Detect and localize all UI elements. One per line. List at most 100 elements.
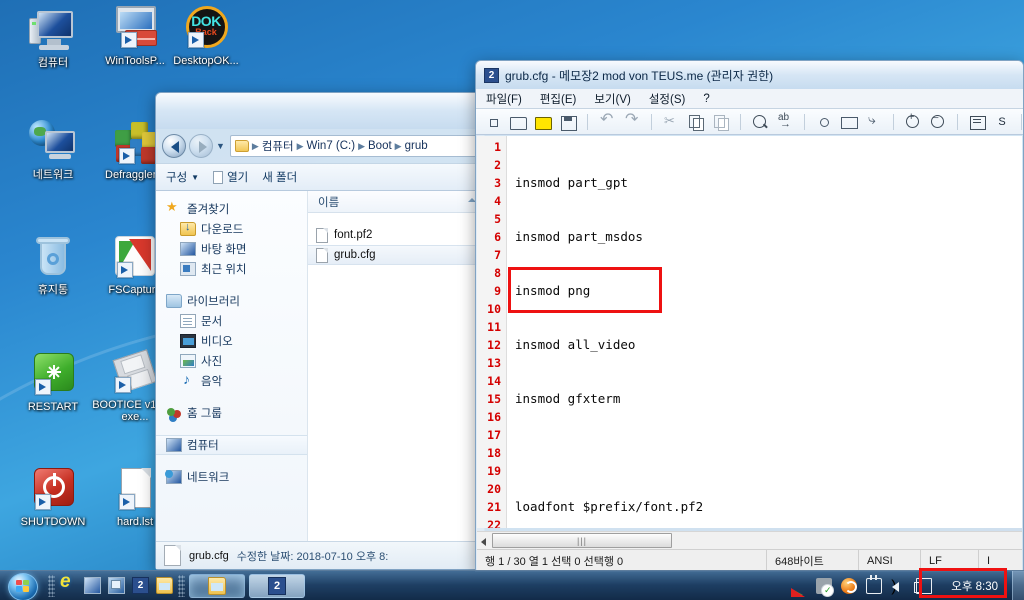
chevron-down-icon: ▼ (191, 172, 200, 182)
menu-item-edit[interactable]: 편집(E) (540, 91, 577, 107)
scroll-left-arrow-icon[interactable] (477, 533, 490, 549)
breadcrumb-item-drive[interactable]: Win7 (C:) (307, 140, 356, 152)
toolbar-grip[interactable] (48, 574, 55, 597)
sidebar-item-downloads[interactable]: 다운로드 (156, 219, 307, 239)
back-button[interactable] (162, 134, 186, 158)
toolbar-separator (957, 113, 958, 130)
desktop-icon-computer[interactable]: 컴퓨터 (10, 6, 96, 69)
find-icon[interactable] (751, 113, 769, 131)
sidebar-item-homegroup[interactable]: 홈 그룹 (156, 403, 307, 423)
internet-explorer-icon[interactable] (60, 571, 77, 594)
horizontal-scrollbar[interactable]: ||| (477, 531, 1022, 549)
bullet-icon[interactable] (815, 113, 833, 131)
sidebar-item-pictures[interactable]: 사진 (156, 351, 307, 371)
menu-item-help[interactable]: ? (703, 93, 709, 105)
explorer-navigation-pane[interactable]: 즐겨찾기 다운로드 바탕 화면 최근 위치 라이브러리 문서 (156, 191, 308, 541)
line-number: 21 (487, 500, 501, 514)
replace-icon[interactable] (776, 112, 794, 131)
copy-icon[interactable] (687, 113, 705, 131)
shortcut-arrow-icon (35, 494, 51, 510)
sidebar-item-libraries[interactable]: 라이브러리 (156, 291, 307, 311)
desktop-icon-label: 휴지통 (37, 284, 69, 296)
list-item[interactable]: font.pf2 (308, 225, 484, 245)
open-file-icon[interactable] (509, 113, 527, 131)
show-desktop-button[interactable] (1012, 570, 1024, 600)
toolbar-grip[interactable] (178, 574, 185, 597)
list-item[interactable]: grub.cfg (308, 245, 484, 265)
forward-button[interactable] (189, 134, 213, 158)
zoom-in-icon[interactable] (904, 111, 922, 131)
notepad2-icon[interactable]: 2 (132, 577, 149, 594)
toolbar[interactable]: S EXIT (476, 109, 1023, 135)
zoom-out-icon[interactable] (929, 113, 947, 131)
explorer-window[interactable]: ▼ ▶ 컴퓨터 ▶ Win7 (C:) ▶ Boot ▶ grub 구성 ▼ 열… (155, 92, 485, 570)
desktop-icon-desktopok[interactable]: DOK Back DesktopOK... (163, 4, 249, 67)
desktop-icon-recyclebin[interactable]: 휴지통 (10, 233, 96, 296)
notepad2-titlebar[interactable]: 2 grub.cfg - 메모장2 mod von TEUS.me (관리자 권… (476, 61, 1023, 89)
desktop-icon-label: 컴퓨터 (37, 57, 69, 69)
breadcrumb-item-boot[interactable]: Boot (368, 140, 392, 152)
line-numbers-icon[interactable] (968, 113, 986, 131)
code-text-area[interactable]: insmod part_gpt insmod part_msdos insmod… (507, 136, 1022, 528)
save-icon[interactable] (559, 113, 577, 131)
speaker-icon[interactable] (891, 578, 907, 600)
undo-icon[interactable] (598, 109, 616, 131)
redo-icon[interactable] (623, 109, 641, 131)
sidebar-item-videos[interactable]: 비디오 (156, 331, 307, 351)
usb-checkmark-icon[interactable] (816, 577, 835, 597)
line-number: 13 (487, 356, 501, 370)
sidebar-item-label: 네트워크 (187, 472, 230, 484)
desktop-icon-restart[interactable]: RESTART (10, 350, 96, 413)
new-folder-button[interactable]: 새 폴더 (262, 169, 297, 185)
system-clock[interactable]: 오후 8:30 (941, 578, 1008, 594)
toolbar-separator (740, 113, 741, 130)
desktop-icon-shutdown[interactable]: SHUTDOWN (10, 465, 96, 528)
quick-launch-bar: 2 (55, 571, 178, 594)
cut-icon[interactable] (662, 113, 680, 131)
rectangle-icon[interactable] (840, 113, 858, 131)
red-green-arrow-icon[interactable] (791, 578, 807, 597)
menu-item-file[interactable]: 파일(F) (486, 91, 522, 107)
chevron-down-icon[interactable]: ▼ (216, 141, 225, 151)
sidebar-item-network[interactable]: 네트워크 (156, 467, 307, 487)
scrollbar-thumb[interactable]: ||| (492, 533, 672, 548)
organize-button[interactable]: 구성 ▼ (166, 169, 199, 185)
sidebar-item-computer[interactable]: 컴퓨터 (156, 435, 307, 455)
breadcrumb[interactable]: ▶ 컴퓨터 ▶ Win7 (C:) ▶ Boot ▶ grub (229, 135, 478, 157)
window-switcher-icon[interactable] (108, 577, 125, 594)
sidebar-item-documents[interactable]: 문서 (156, 311, 307, 331)
network-monitor-icon[interactable] (914, 577, 933, 594)
word-wrap-icon[interactable] (865, 111, 883, 131)
sidebar-item-music[interactable]: 음악 (156, 371, 307, 391)
menu-bar[interactable]: 파일(F) 편집(E) 보기(V) 설정(S) ? (476, 89, 1023, 109)
taskbar-button-notepad2[interactable]: 2 (249, 573, 305, 598)
desktop-icon-network[interactable]: 네트워크 (10, 118, 96, 181)
menu-item-view[interactable]: 보기(V) (594, 91, 631, 107)
desktop-icon (180, 242, 196, 256)
menu-item-settings[interactable]: 설정(S) (649, 91, 686, 107)
explorer-file-list[interactable]: 이름 font.pf2 grub.cfg (308, 191, 484, 541)
sidebar-item-recent[interactable]: 최근 위치 (156, 259, 307, 279)
paste-icon[interactable] (712, 113, 730, 131)
open-button[interactable]: 열기 (213, 169, 248, 185)
open-folder-yellow-icon[interactable] (534, 113, 552, 131)
start-button[interactable] (2, 572, 48, 600)
code-editor[interactable]: 1 2 3 4 5 6 7 8 9 10 11 12 13 14 15 16 1… (477, 136, 1022, 528)
sidebar-item-desktop[interactable]: 바탕 화면 (156, 239, 307, 259)
sidebar-item-favorites[interactable]: 즐겨찾기 (156, 199, 307, 219)
column-header-name[interactable]: 이름 (308, 191, 484, 213)
plug-icon[interactable] (866, 574, 883, 594)
explorer-titlebar[interactable] (156, 93, 484, 129)
notepad2-window[interactable]: 2 grub.cfg - 메모장2 mod von TEUS.me (관리자 권… (475, 60, 1024, 572)
recycle-bin-icon (29, 233, 77, 281)
new-document-icon[interactable] (484, 113, 502, 131)
show-desktop-icon[interactable] (84, 577, 101, 594)
breadcrumb-item-grub[interactable]: grub (405, 140, 428, 152)
breadcrumb-item-computer[interactable]: 컴퓨터 (262, 138, 294, 154)
code-line: loadfont $prefix/font.pf2 (515, 499, 704, 514)
breadcrumb-separator: ▶ (251, 140, 259, 151)
orange-circle-icon[interactable] (841, 577, 858, 594)
folder-icon[interactable] (156, 577, 173, 594)
schema-icon[interactable]: S (993, 113, 1011, 131)
taskbar-button-explorer[interactable] (189, 573, 245, 598)
